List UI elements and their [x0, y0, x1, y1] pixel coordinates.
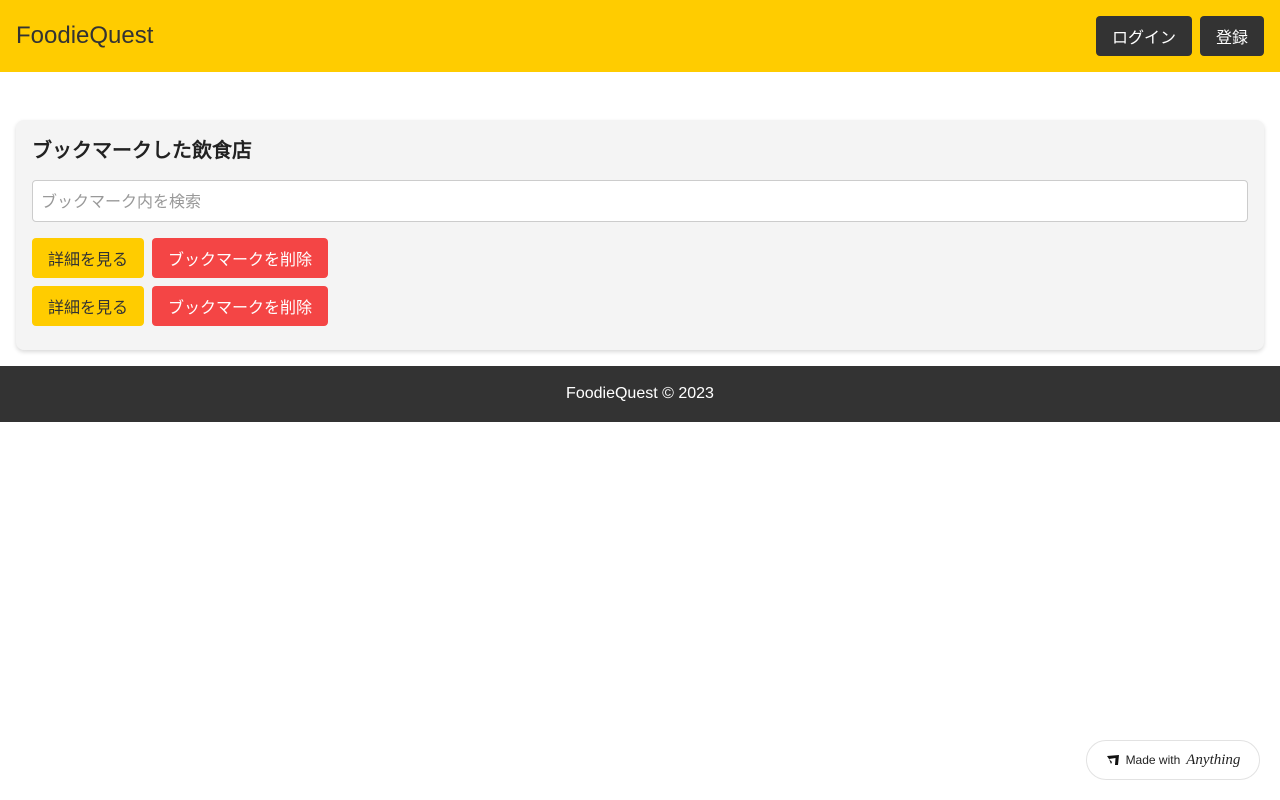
footer-text: FoodieQuest © 2023: [566, 385, 714, 402]
view-details-button[interactable]: 詳細を見る: [32, 286, 144, 326]
bookmark-row: 詳細を見る ブックマークを削除: [32, 286, 1248, 326]
header-actions: ログイン 登録: [1095, 16, 1264, 56]
brand-logo[interactable]: FoodieQuest: [16, 22, 153, 50]
anything-logo-icon: [1106, 754, 1120, 766]
made-with-badge[interactable]: Made with Anything: [1086, 740, 1260, 780]
made-with-prefix: Made with: [1125, 753, 1181, 767]
remove-bookmark-button[interactable]: ブックマークを削除: [152, 286, 328, 326]
bookmark-search-input[interactable]: [32, 180, 1248, 222]
site-footer: FoodieQuest © 2023: [0, 366, 1280, 422]
remove-bookmark-button[interactable]: ブックマークを削除: [152, 238, 328, 278]
bookmarks-card: ブックマークした飲食店 詳細を見る ブックマークを削除 詳細を見る ブックマーク…: [16, 120, 1264, 350]
made-with-brand: Anything: [1186, 751, 1241, 768]
site-header: FoodieQuest ログイン 登録: [0, 0, 1280, 72]
bookmark-row: 詳細を見る ブックマークを削除: [32, 238, 1248, 278]
bookmarks-title: ブックマークした飲食店: [32, 138, 252, 162]
register-button[interactable]: 登録: [1199, 16, 1264, 56]
login-button[interactable]: ログイン: [1095, 16, 1192, 56]
view-details-button[interactable]: 詳細を見る: [32, 238, 144, 278]
